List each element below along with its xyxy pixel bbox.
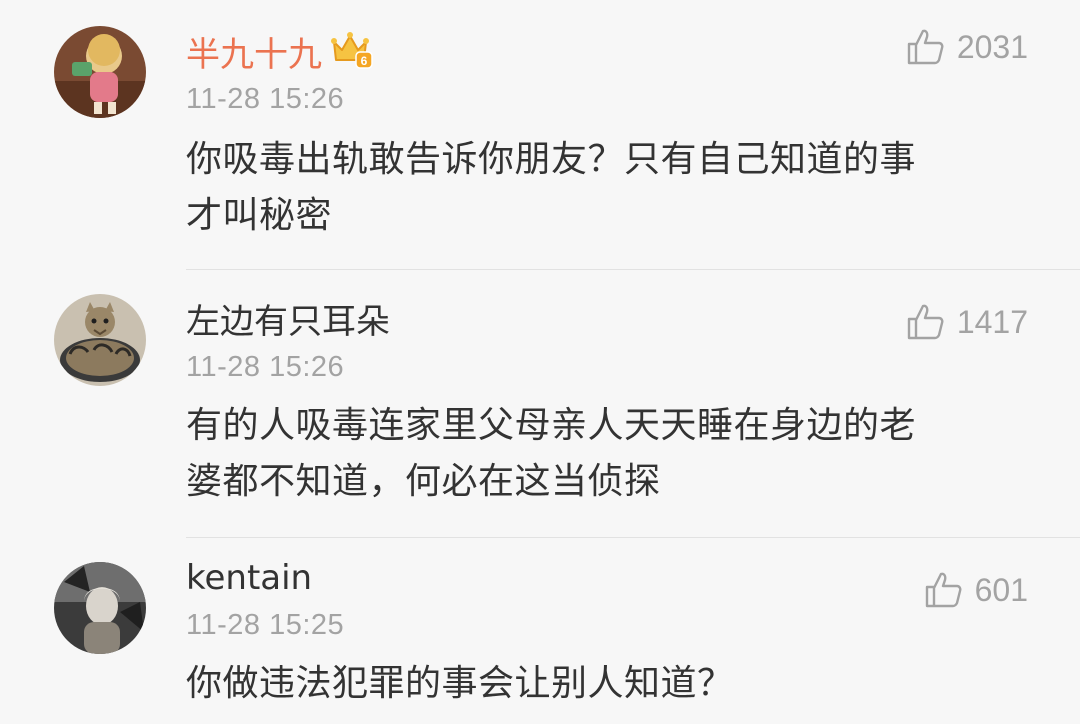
comment-line: 你吸毒出轨敢告诉你朋友？只有自己知道的事 — [186, 139, 917, 180]
comment-text: 你吸毒出轨敢告诉你朋友？只有自己知道的事 才叫秘密 — [186, 132, 1016, 244]
username[interactable]: 左边有只耳朵 — [186, 302, 390, 342]
avatar[interactable] — [54, 294, 146, 386]
comment-line: 婆都不知道，何必在这当侦探 — [186, 461, 661, 502]
thumbs-up-icon — [925, 572, 962, 608]
vip-level: 6 — [361, 54, 368, 68]
like-button[interactable]: 2031 — [905, 27, 1028, 67]
crown-badge-icon: 6 — [330, 30, 374, 70]
avatar[interactable] — [54, 26, 146, 118]
like-count: 2031 — [956, 29, 1028, 65]
username-text[interactable]: 半九十九 — [186, 35, 322, 75]
thumbs-up-icon — [907, 29, 944, 65]
comment-item: kentain 11-28 15:25 601 你做违法犯罪的事会让别人知道？ — [0, 538, 1080, 724]
username[interactable]: 半九十九 6 — [186, 30, 374, 75]
like-button[interactable]: 601 — [923, 570, 1028, 610]
timestamp: 11-28 15:26 — [186, 351, 345, 383]
comment-line: 才叫秘密 — [186, 195, 333, 236]
comment-text: 你做违法犯罪的事会让别人知道？ — [186, 656, 1016, 712]
comment-item: 左边有只耳朵 11-28 15:26 1417 有的人吸毒连家里父母亲人天天睡在… — [0, 270, 1080, 538]
timestamp: 11-28 15:26 — [186, 83, 345, 115]
like-count: 601 — [974, 572, 1028, 608]
comment-text: 有的人吸毒连家里父母亲人天天睡在身边的老 婆都不知道，何必在这当侦探 — [186, 398, 1016, 510]
username[interactable]: kentain — [186, 558, 312, 598]
avatar[interactable] — [54, 562, 146, 654]
comment-line: 有的人吸毒连家里父母亲人天天睡在身边的老 — [186, 405, 917, 446]
comment-item: 半九十九 6 11-28 15:26 2031 你吸毒出轨敢告诉你朋友？只有自己… — [0, 0, 1080, 270]
thumbs-up-icon — [907, 304, 944, 340]
like-button[interactable]: 1417 — [905, 302, 1028, 342]
like-count: 1417 — [956, 304, 1028, 340]
comment-line: 你做违法犯罪的事会让别人知道？ — [186, 663, 734, 704]
timestamp: 11-28 15:25 — [186, 609, 345, 641]
